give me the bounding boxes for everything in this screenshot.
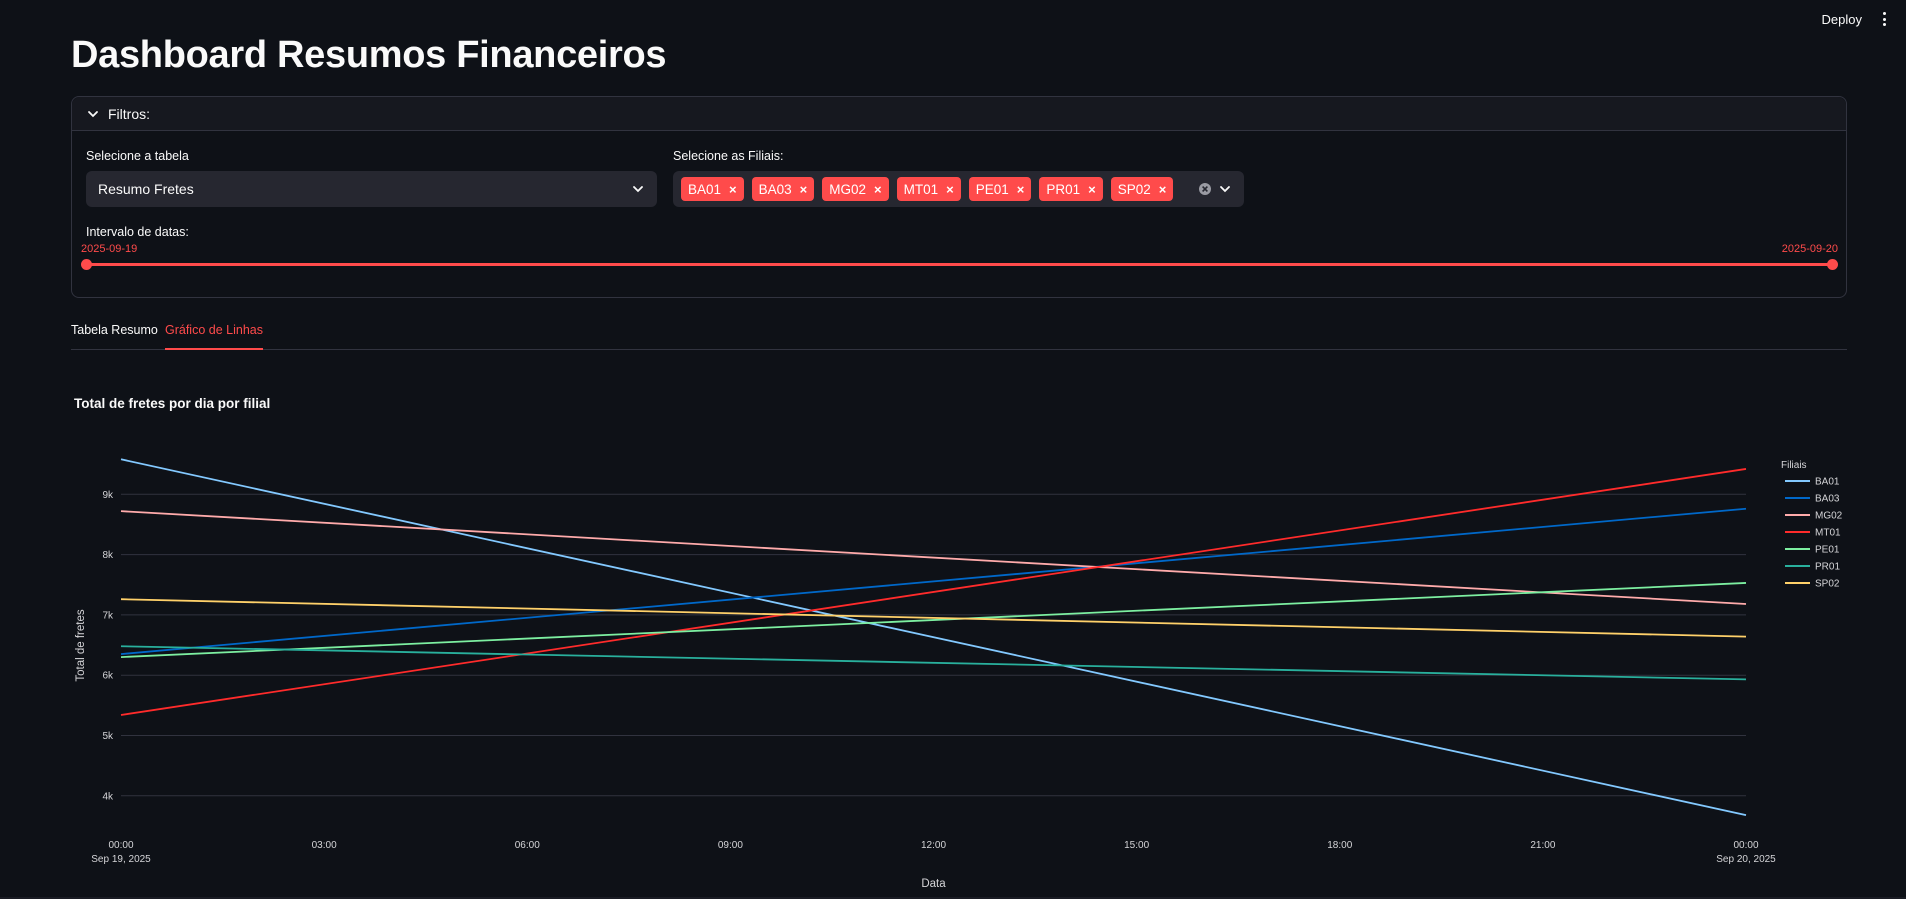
series-line-sp02: [120, 598, 1747, 638]
legend-item: PR01: [1815, 562, 1840, 573]
x-axis-title: Data: [921, 878, 946, 890]
x-tick-sublabel: Sep 19, 2025: [91, 854, 151, 865]
x-tick-label: 06:00: [515, 840, 540, 851]
x-tick-label: 21:00: [1530, 840, 1555, 851]
x-tick-label: 12:00: [921, 840, 946, 851]
y-axis-title: Total de fretes: [75, 609, 87, 681]
x-tick-label: 09:00: [718, 840, 743, 851]
legend-item: MT01: [1815, 528, 1841, 539]
series-line-mt01: [120, 468, 1747, 716]
line-chart: 4k 5k 6k 7k 8k 9k 00:00 Sep 19, 2025 03:00 06:00 0…: [75, 458, 1843, 890]
legend-title: Filiais: [1781, 460, 1807, 471]
legend-item: MG02: [1815, 511, 1843, 522]
x-tick-label: 18:00: [1327, 840, 1352, 851]
series-line-ba01: [120, 458, 1747, 816]
y-tick-label: 9k: [102, 490, 114, 501]
series-line-mg02: [120, 510, 1747, 605]
legend-item: BA03: [1815, 494, 1840, 505]
y-tick-label: 8k: [102, 550, 114, 561]
y-tick-label: 7k: [102, 610, 114, 621]
y-tick-label: 4k: [102, 791, 114, 802]
series-line-pe01: [120, 582, 1747, 658]
x-tick-label: 03:00: [312, 840, 337, 851]
x-tick-label: 00:00: [1733, 840, 1758, 851]
x-tick-label: 00:00: [108, 840, 133, 851]
x-tick-label: 15:00: [1124, 840, 1149, 851]
legend-item: PE01: [1815, 545, 1840, 556]
x-tick-sublabel: Sep 20, 2025: [1716, 854, 1776, 865]
y-tick-label: 6k: [102, 671, 114, 682]
y-tick-label: 5k: [102, 731, 114, 742]
legend-item: BA01: [1815, 477, 1840, 488]
legend-item: SP02: [1815, 579, 1840, 590]
series-line-pr01: [120, 645, 1747, 681]
series-line-ba03: [120, 507, 1747, 655]
